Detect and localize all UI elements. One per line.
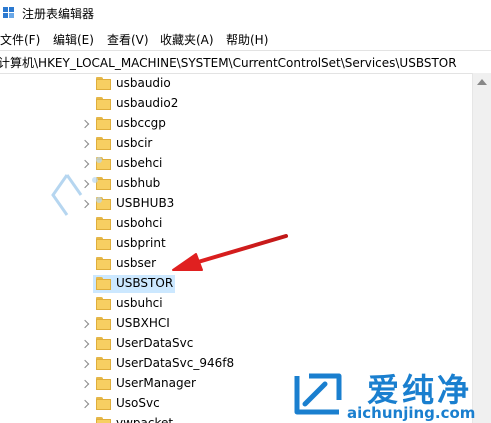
tree-item-label: vwpacket [116, 416, 174, 423]
tree-item-label: USBHUB3 [116, 196, 175, 210]
tree-item-label: usbser [116, 256, 157, 270]
tree-item-label: USBSTOR [116, 276, 174, 290]
tree-item-label: UserDataSvc [116, 336, 194, 350]
title-bar: 注册表编辑器 [0, 0, 491, 26]
chevron-right-icon[interactable] [80, 318, 92, 330]
registry-editor-icon [3, 7, 15, 19]
tree-item-label: usbcir [116, 136, 153, 150]
tree-item-label: UsoSvc [116, 396, 160, 410]
tree-item-label: usbprint [116, 236, 166, 250]
watermark-brand: 爱纯净 aichunjing.com [285, 362, 491, 423]
menu-bar: 文件(F) 编辑(E) 查看(V) 收藏夹(A) 帮助(H) [0, 29, 491, 49]
menu-help[interactable]: 帮助(H) [226, 31, 268, 48]
tree-item[interactable]: usbccgp [0, 114, 472, 134]
chevron-right-icon[interactable] [80, 118, 92, 130]
chevron-right-icon[interactable] [80, 338, 92, 350]
menu-view[interactable]: 查看(V) [107, 31, 149, 48]
tree-item-label: usbaudio [116, 76, 171, 90]
menu-edit[interactable]: 编辑(E) [53, 31, 94, 48]
folder-icon [96, 357, 111, 370]
folder-icon [96, 297, 111, 310]
folder-icon [96, 397, 111, 410]
folder-icon [96, 117, 111, 130]
address-bar[interactable]: 计算机\HKEY_LOCAL_MACHINE\SYSTEM\CurrentCon… [0, 50, 491, 74]
tree-item-label: USBXHCI [116, 316, 170, 330]
tree-item-label: UserDataSvc_946f8 [116, 356, 235, 370]
watermark-url: aichunjing.com [347, 404, 476, 422]
folder-icon [96, 97, 111, 110]
tree-item-label: usbehci [116, 156, 163, 170]
tree-item[interactable]: usbprint [0, 234, 472, 254]
tree-item[interactable]: usbuhci [0, 294, 472, 314]
scroll-up-icon[interactable] [477, 79, 487, 85]
tree-item[interactable]: usbaudio2 [0, 94, 472, 114]
tree-item[interactable]: UserDataSvc [0, 334, 472, 354]
tree-item[interactable]: usbaudio [0, 74, 472, 94]
tree-item[interactable]: USBXHCI [0, 314, 472, 334]
tree-item-label: usbaudio2 [116, 96, 179, 110]
chevron-right-icon[interactable] [80, 398, 92, 410]
watermark-logo-left [47, 140, 107, 235]
tree-item-label: usbohci [116, 216, 163, 230]
folder-icon [96, 317, 111, 330]
menu-favorites[interactable]: 收藏夹(A) [160, 31, 214, 48]
tree-item-label: UserManager [116, 376, 196, 390]
tree-item[interactable]: usbser [0, 254, 472, 274]
tree-item-label: usbhub [116, 176, 161, 190]
folder-icon [96, 77, 111, 90]
window-title: 注册表编辑器 [22, 7, 95, 21]
address-path[interactable]: 计算机\HKEY_LOCAL_MACHINE\SYSTEM\CurrentCon… [0, 54, 457, 71]
folder-icon [96, 277, 111, 290]
chevron-right-icon[interactable] [80, 378, 92, 390]
watermark-logo-icon [294, 373, 342, 415]
tree-item-label: usbuhci [116, 296, 163, 310]
tree-item-selected[interactable]: USBSTOR [0, 274, 472, 294]
folder-icon [96, 257, 111, 270]
folder-icon [96, 237, 111, 250]
menu-file[interactable]: 文件(F) [0, 31, 40, 48]
tree-item-label: usbccgp [116, 116, 166, 130]
chevron-right-icon[interactable] [80, 358, 92, 370]
folder-icon [96, 337, 111, 350]
folder-icon [96, 377, 111, 390]
folder-icon [96, 417, 111, 423]
